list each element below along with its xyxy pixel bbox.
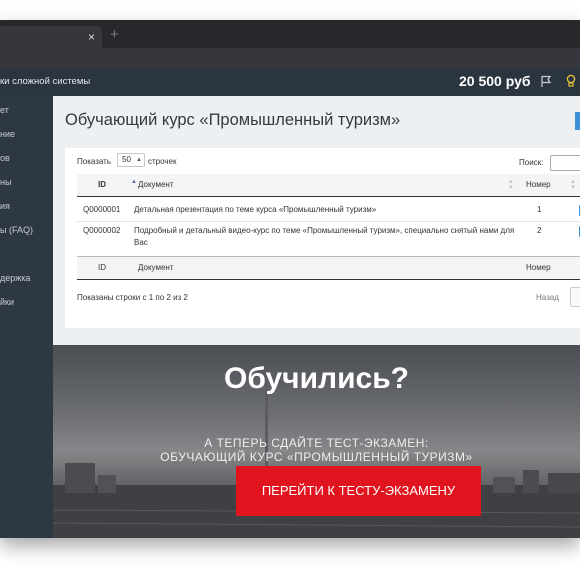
hero-title: Обучились? [224,362,409,395]
column-footer-id: ID [98,263,106,272]
sidebar-item-settings[interactable]: йки [0,295,53,309]
search-label: Поиск: [519,158,544,167]
balance: 20 500 руб [459,73,531,89]
action-button[interactable] [575,112,580,130]
row-id: Q0000002 [83,226,121,235]
show-label: Показать [77,157,112,166]
select-arrow-icon: ▲ [136,157,142,163]
sidebar-item-label: ет [0,105,9,115]
flag-icon[interactable] [540,75,552,88]
sidebar-item[interactable]: ет [0,103,53,117]
main-content: Обучающий курс «Промышленный туризм» Пок… [53,96,580,345]
table-row: Q0000002 Подробный и детальный видео-кур… [77,221,580,255]
column-footer-document: Документ [138,263,174,272]
sidebar-item-label: держка [0,273,31,283]
sidebar-item-label: ов [0,153,10,163]
page-size-select[interactable]: 50 ▲ [117,153,145,167]
documents-panel: Показать 50 ▲ строчек Поиск: ID ▲ Докуме… [65,148,580,328]
search-input[interactable] [550,155,580,171]
rows-label: строчек [148,157,177,166]
sidebar-item-label: йки [0,297,14,307]
browser-window: × + ки сложной системы 20 500 руб ет ние… [0,20,580,538]
sidebar-item[interactable]: ны [0,175,53,189]
table-row: Q0000001 Детальная презентация по теме к… [77,199,580,222]
sidebar-item[interactable]: ия [0,199,53,213]
row-document: Подробный и детальный видео-курс по теме… [134,226,515,247]
page-title: Обучающий курс «Промышленный туризм» [65,111,401,129]
row-document: Детальная презентация по теме курса «Про… [134,205,377,214]
table-info: Показаны строки с 1 по 2 из 2 [77,293,188,302]
next-page-button[interactable] [570,287,580,307]
hero-banner: Обучились? А ТЕПЕРЬ СДАЙТЕ ТЕСТ-ЭКЗАМЕН:… [53,345,580,538]
sort-icon: ▲ ▼ [508,179,514,191]
sidebar-item[interactable]: ние [0,127,53,141]
sidebar-item-label: ия [0,201,10,211]
sidebar: ет ние ов ны ия ы (FAQ) держка йки [0,96,53,538]
row-number: 2 [537,226,542,235]
browser-tab[interactable]: × [0,26,102,48]
close-icon[interactable]: × [88,29,95,45]
sidebar-item-label: ы (FAQ) [0,225,33,235]
sidebar-item-faq[interactable]: ы (FAQ) [0,223,53,237]
column-footer-number: Номер [526,263,551,272]
app-header: ки сложной системы 20 500 руб [0,68,580,96]
go-to-exam-button[interactable]: ПЕРЕЙТИ К ТЕСТУ-ЭКЗАМЕНУ [236,466,481,516]
plus-icon[interactable]: + [110,27,119,43]
sort-icon: ▲ ▼ [570,179,576,191]
column-header-document[interactable]: Документ [138,180,174,189]
table-footer-header: ID Документ Номер [77,256,580,280]
lightbulb-icon[interactable] [566,74,576,88]
page-size-value: 50 [122,155,131,164]
sidebar-item-support[interactable]: держка [0,271,53,285]
column-header-id[interactable]: ID [98,180,106,189]
sort-asc-icon: ▲ [131,179,137,185]
prev-page-button[interactable]: Назад [536,293,559,302]
row-id: Q0000001 [83,205,121,214]
row-number: 1 [537,205,542,214]
sidebar-item[interactable]: ов [0,151,53,165]
hero-subtitle-line2: ОБУЧАЮЩИЙ КУРС «ПРОМЫШЛЕННЫЙ ТУРИЗМ» [160,450,473,464]
sidebar-item-label: ны [0,177,12,187]
sidebar-item-label: ние [0,129,16,139]
column-header-number[interactable]: Номер [526,180,551,189]
address-bar[interactable] [0,48,580,68]
app-title: ки сложной системы [0,76,91,87]
hero-subtitle-line1: А ТЕПЕРЬ СДАЙТЕ ТЕСТ-ЭКЗАМЕН: [204,436,429,450]
browser-tab-bar: × + [0,20,580,48]
table-header: ID ▲ Документ ▲ ▼ Номер ▲ ▼ [77,174,580,197]
